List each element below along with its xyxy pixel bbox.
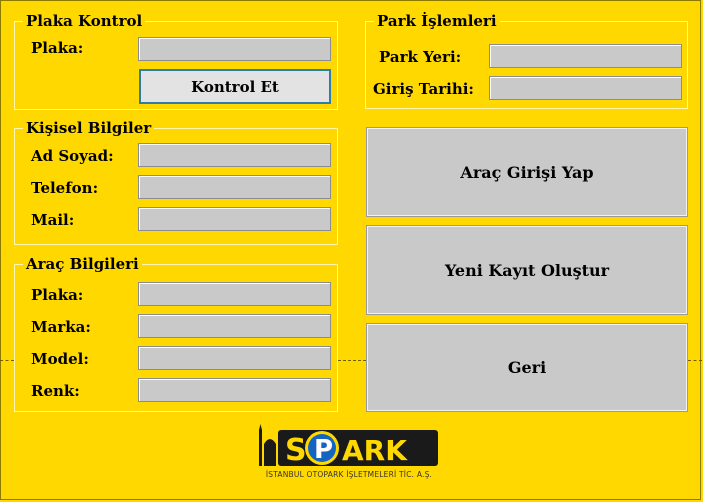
telefon-label: Telefon: <box>31 179 99 197</box>
giris-tarihi-input[interactable] <box>489 76 682 100</box>
arac-girisi-yap-button[interactable]: Araç Girişi Yap <box>366 127 688 217</box>
arac-plaka-label: Plaka: <box>31 286 84 304</box>
kisisel-bilgiler-title: Kişisel Bilgiler <box>23 120 155 137</box>
geri-button[interactable]: Geri <box>366 323 688 412</box>
arac-plaka-input[interactable] <box>138 282 331 306</box>
plaka-kontrol-title: Plaka Kontrol <box>23 13 146 30</box>
mail-label: Mail: <box>31 211 75 229</box>
mosque-icon <box>259 424 276 466</box>
telefon-input[interactable] <box>138 175 331 199</box>
kontrol-et-label: Kontrol Et <box>191 77 279 96</box>
yeni-kayit-olustur-button[interactable]: Yeni Kayıt Oluştur <box>366 225 688 315</box>
plaka-kontrol-input[interactable] <box>138 37 331 61</box>
mail-input[interactable] <box>138 207 331 231</box>
marka-label: Marka: <box>31 318 91 336</box>
svg-text:ARK: ARK <box>342 434 408 467</box>
marka-input[interactable] <box>138 314 331 338</box>
svg-text:S: S <box>285 433 307 468</box>
ad-soyad-label: Ad Soyad: <box>31 147 114 165</box>
arac-bilgileri-title: Araç Bilgileri <box>23 256 142 273</box>
park-islemleri-title: Park İşlemleri <box>374 13 500 30</box>
renk-label: Renk: <box>31 382 80 400</box>
logo-tagline: İSTANBUL OTOPARK İŞLETMELERİ TİC. A.Ş. <box>265 470 433 479</box>
arac-girisi-yap-label: Araç Girişi Yap <box>460 162 594 182</box>
park-yeri-label: Park Yeri: <box>379 48 462 66</box>
park-yeri-input[interactable] <box>489 44 682 68</box>
plaka-label: Plaka: <box>31 39 84 57</box>
geri-label: Geri <box>507 358 547 377</box>
ad-soyad-input[interactable] <box>138 143 331 167</box>
model-label: Model: <box>31 350 89 368</box>
giris-tarihi-label: Giriş Tarihi: <box>373 80 474 98</box>
divider-left <box>0 360 14 361</box>
kontrol-et-button[interactable]: Kontrol Et <box>139 69 331 104</box>
yeni-kayit-olustur-label: Yeni Kayıt Oluştur <box>444 260 610 280</box>
renk-input[interactable] <box>138 378 331 402</box>
divider-right <box>688 360 702 361</box>
divider-middle <box>338 360 366 361</box>
svg-text:P: P <box>314 435 333 465</box>
model-input[interactable] <box>138 346 331 370</box>
